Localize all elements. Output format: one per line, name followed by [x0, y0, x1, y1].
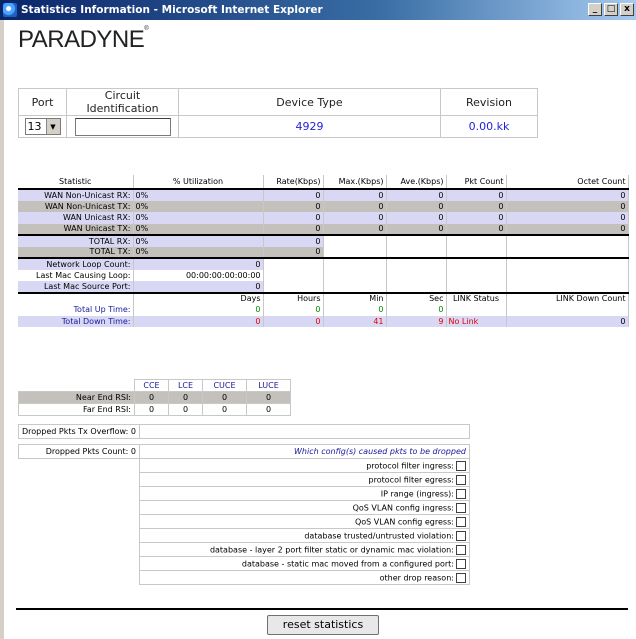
- dropped-packets-table: Dropped Pkts Tx Overflow: 0 Dropped Pkts…: [18, 424, 470, 585]
- revision-value: 0.00.kk: [440, 115, 538, 138]
- minimize-button[interactable]: _: [588, 3, 602, 16]
- protocol-filter-ingress-checkbox[interactable]: [455, 460, 466, 471]
- col-ave: Ave.(Kbps): [386, 175, 447, 189]
- device-type-value: 4929: [178, 115, 441, 138]
- table-row: WAN Unicast RX: 0% 00 00 0: [18, 212, 629, 224]
- statistics-table: Statistic % Utilization Rate(Kbps) Max.(…: [18, 175, 629, 327]
- col-rate: Rate(Kbps): [263, 175, 324, 189]
- ie-icon: [3, 3, 17, 17]
- table-row: Network Loop Count: 0: [18, 257, 629, 270]
- col-pkt: Pkt Count: [446, 175, 507, 189]
- trusted-violation-checkbox[interactable]: [455, 530, 466, 541]
- static-mac-moved-checkbox[interactable]: [455, 558, 466, 569]
- revision-header: Revision: [440, 88, 538, 116]
- circuit-id-input[interactable]: [74, 117, 171, 136]
- close-button[interactable]: x: [620, 3, 634, 16]
- table-row: Far End RSI: 0 0 0 0: [18, 403, 291, 416]
- rsi-table: CCE LCE CUCE LUCE Near End RSI: 0 0 0 0 …: [18, 379, 291, 416]
- qos-vlan-ingress-checkbox[interactable]: [455, 502, 466, 513]
- ip-range-ingress-checkbox[interactable]: [455, 488, 466, 499]
- reset-statistics-button[interactable]: reset statistics: [267, 615, 379, 635]
- browser-frame: PARADYNE® Port Circuit Identification De…: [0, 20, 636, 639]
- down-time-row: Total Down Time: 0 0 41 9 No Link 0: [18, 315, 629, 327]
- table-row: TOTAL TX: 0% 0: [18, 246, 629, 258]
- chevron-down-icon[interactable]: ▼: [45, 119, 60, 134]
- col-statistic: Statistic: [18, 175, 134, 189]
- col-utilization: % Utilization: [133, 175, 264, 189]
- qos-vlan-egress-checkbox[interactable]: [455, 516, 466, 527]
- table-row: TOTAL RX: 0% 0: [18, 234, 629, 247]
- table-row: WAN Non-Unicast TX: 0% 00 00 0: [18, 200, 629, 212]
- table-row: Dropped Pkts Tx Overflow: 0: [18, 424, 470, 439]
- table-row: Near End RSI: 0 0 0 0: [18, 391, 291, 404]
- up-time-row: Total Up Time: 0 0 0 0: [18, 304, 629, 316]
- table-row: Last Mac Source Port: 0: [18, 281, 629, 293]
- page-content: PARADYNE® Port Circuit Identification De…: [4, 20, 636, 639]
- time-header-row: Days Hours Min Sec LINK Status LINK Down…: [18, 291, 629, 304]
- other-drop-checkbox[interactable]: [455, 572, 466, 583]
- table-row: WAN Unicast TX: 0% 00 00 0: [18, 223, 629, 235]
- link-status: No Link: [446, 315, 507, 327]
- window-titlebar: Statistics Information - Microsoft Inter…: [0, 0, 636, 20]
- configs-header: Which config(s) caused pkts to be droppe…: [138, 444, 470, 459]
- table-row: WAN Non-Unicast RX: 0% 00 00 0: [18, 188, 629, 201]
- l2-port-filter-checkbox[interactable]: [455, 544, 466, 555]
- table-row: Last Mac Causing Loop: 00:00:00:00:00:00: [18, 269, 629, 281]
- port-header: Port: [18, 88, 67, 116]
- table-row: Dropped Pkts Count: 0 Which config(s) ca…: [18, 444, 470, 459]
- col-max: Max.(Kbps): [323, 175, 387, 189]
- port-table: Port Circuit Identification Device Type …: [18, 88, 538, 138]
- window-title: Statistics Information - Microsoft Inter…: [21, 4, 323, 16]
- divider: [16, 608, 628, 610]
- circuit-header: Circuit Identification: [66, 88, 179, 116]
- protocol-filter-egress-checkbox[interactable]: [455, 474, 466, 485]
- maximize-button[interactable]: □: [604, 3, 618, 16]
- paradyne-logo: PARADYNE®: [18, 26, 149, 53]
- col-octet: Octet Count: [506, 175, 629, 189]
- device-type-header: Device Type: [178, 88, 441, 116]
- port-select[interactable]: 13 ▼: [24, 118, 61, 135]
